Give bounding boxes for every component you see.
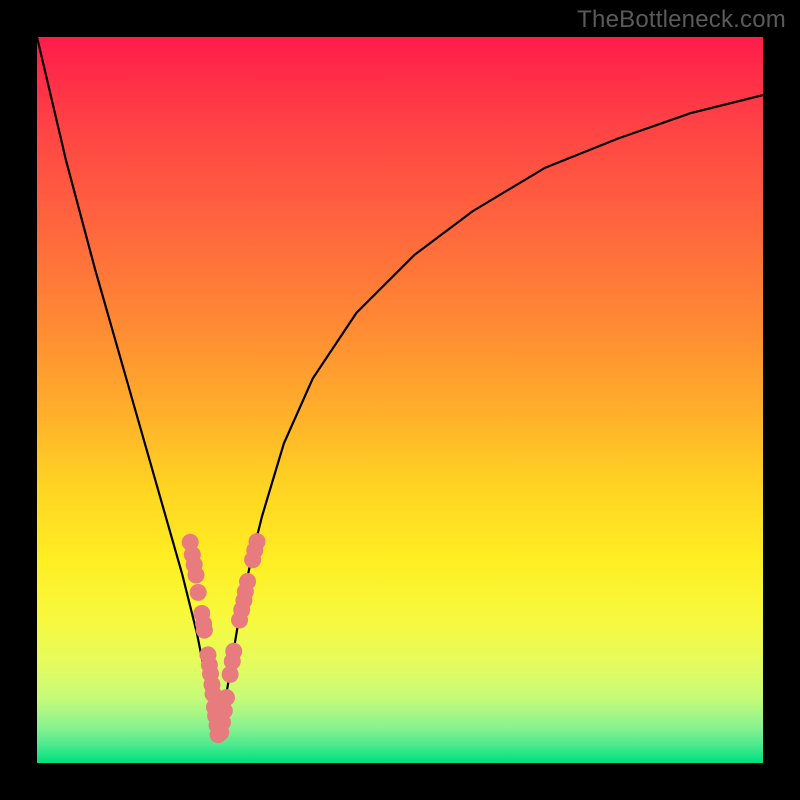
data-marker xyxy=(190,584,207,601)
data-marker xyxy=(239,573,256,590)
data-marker xyxy=(196,622,213,639)
chart-svg xyxy=(37,37,763,763)
marker-group xyxy=(182,533,266,743)
data-marker xyxy=(218,689,235,706)
data-marker xyxy=(225,643,242,660)
data-marker xyxy=(248,533,265,550)
chart-container: TheBottleneck.com xyxy=(0,0,800,800)
plot-area xyxy=(37,37,763,763)
data-marker xyxy=(187,566,204,583)
bottleneck-curve xyxy=(37,37,763,741)
watermark-text: TheBottleneck.com xyxy=(577,6,786,34)
